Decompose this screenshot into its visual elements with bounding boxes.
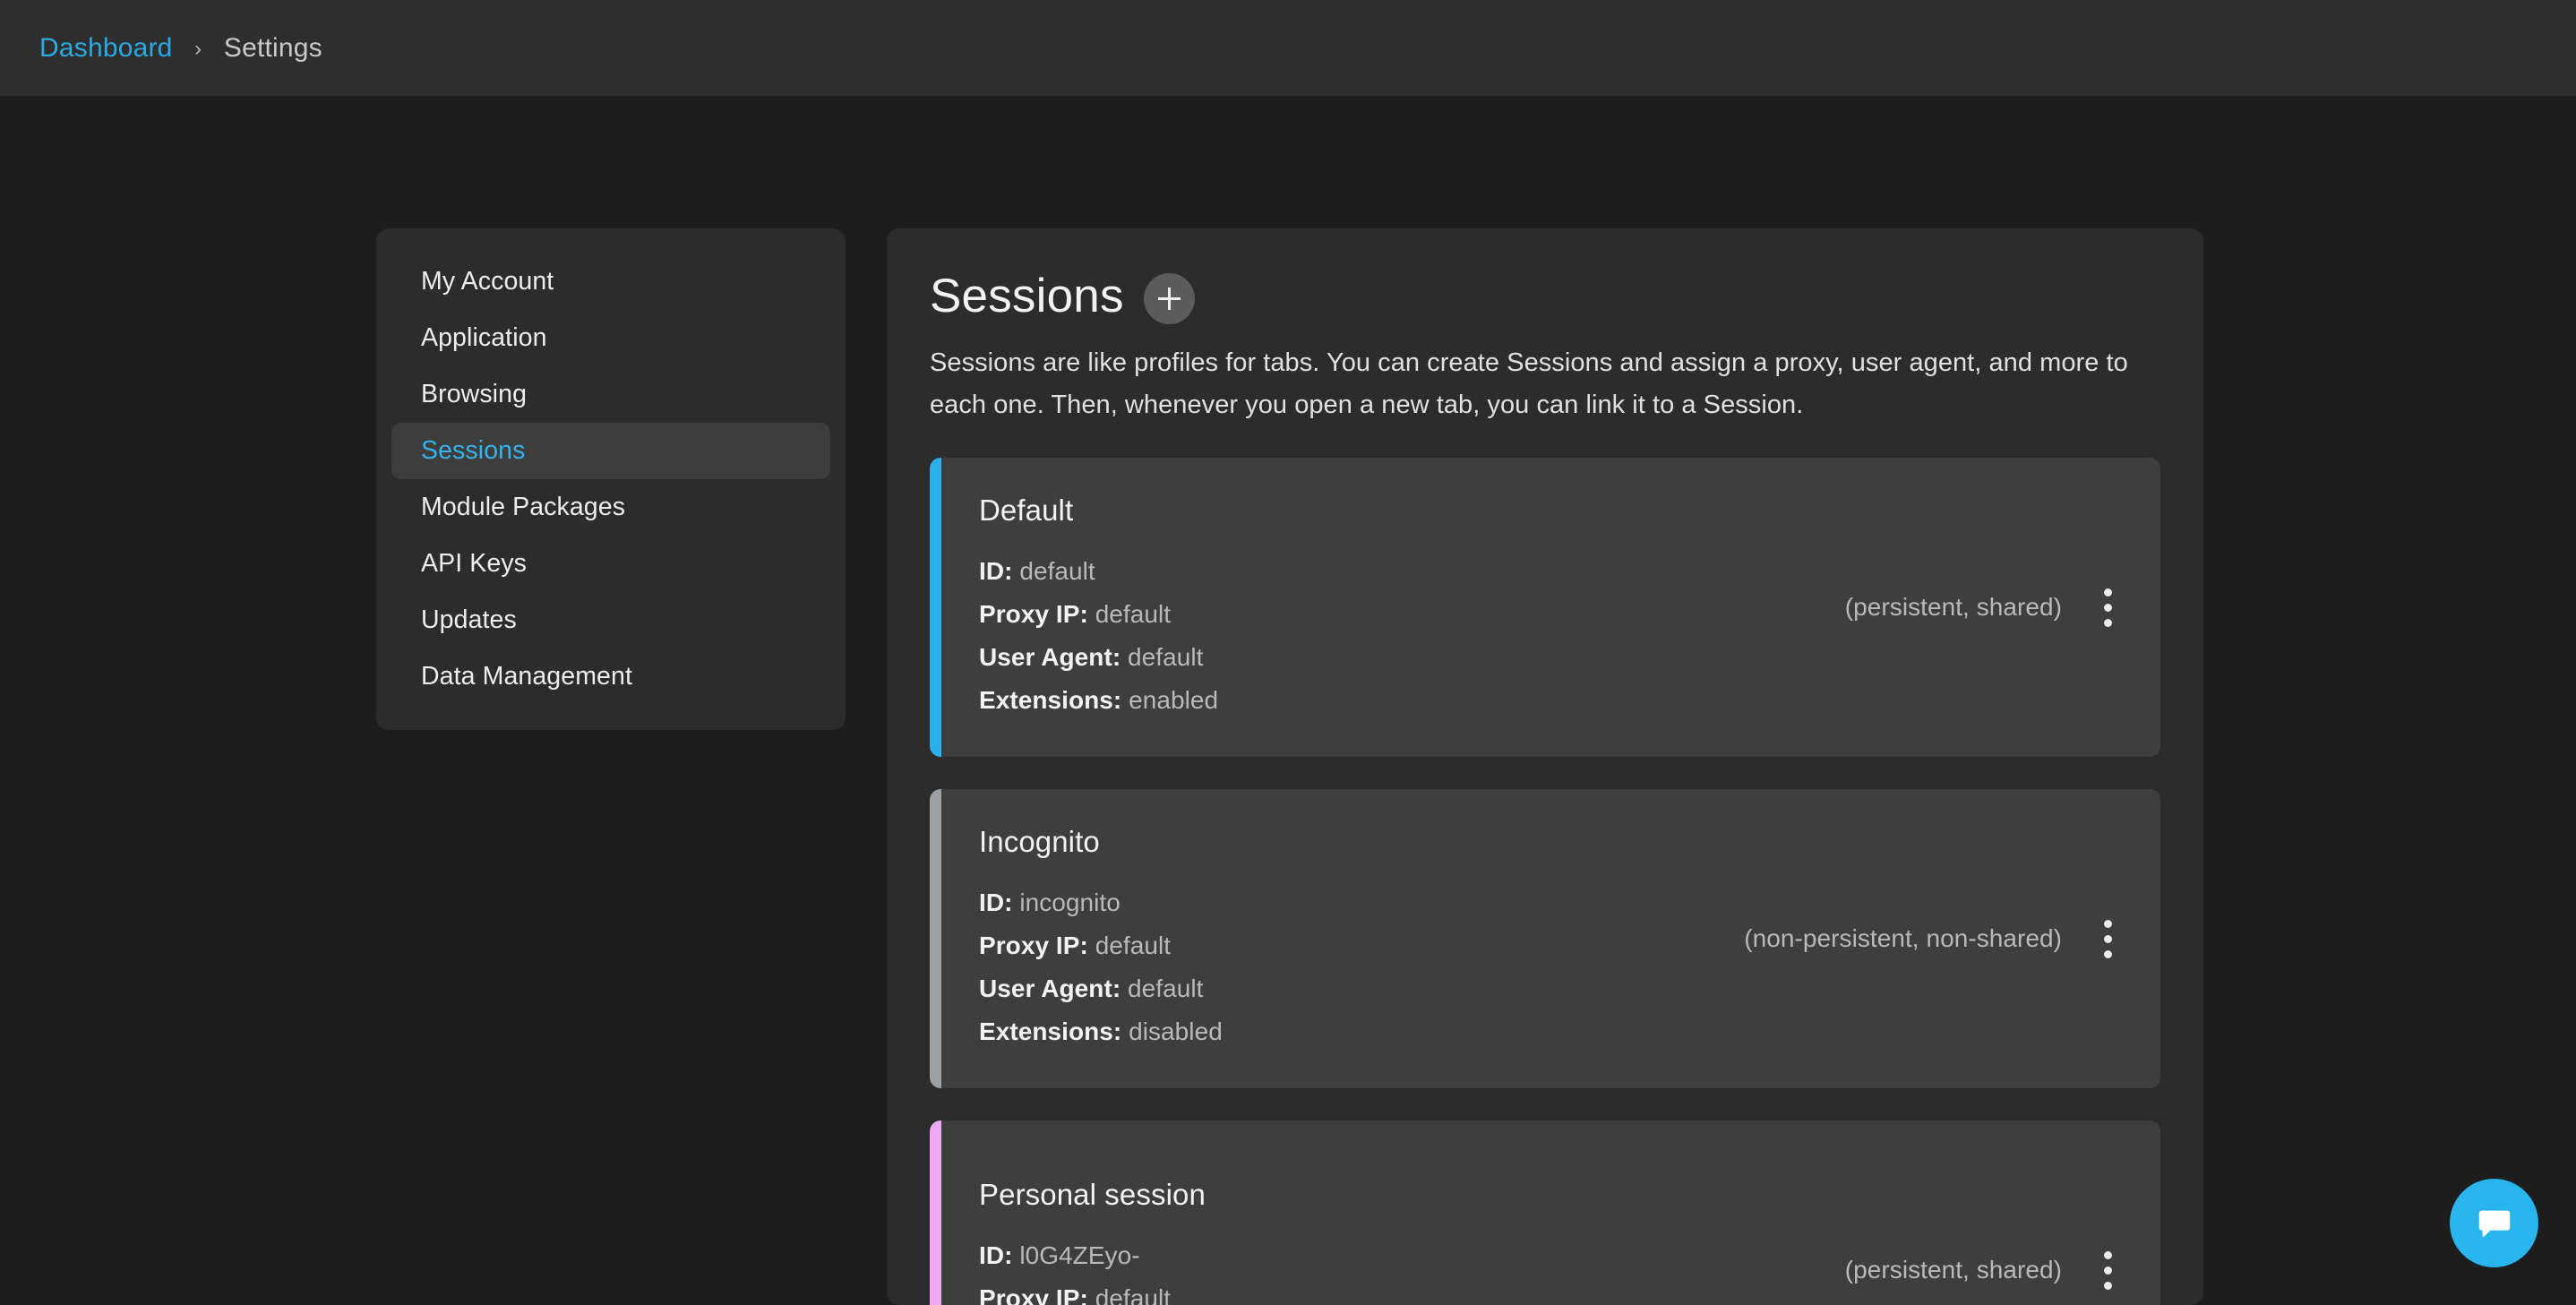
session-field-user-agent: User Agent: default: [979, 636, 1845, 679]
session-field-label: ID:: [979, 556, 1013, 585]
panel-header: Sessions: [930, 268, 2160, 324]
kebab-dot: [2103, 603, 2112, 612]
kebab-menu-icon[interactable]: [2092, 911, 2123, 966]
session-field-id: ID: default: [979, 550, 1845, 593]
session-name: Personal session: [979, 1177, 1206, 1211]
kebab-dot: [2103, 588, 2112, 597]
session-card[interactable]: Personal session ID: l0G4ZEyo- Proxy IP: d…: [930, 1120, 2160, 1305]
sidebar-item-label: My Account: [421, 267, 554, 296]
kebab-dot: [2103, 934, 2112, 943]
sidebar-item-label: Sessions: [421, 436, 526, 465]
session-field-id: ID: l0G4ZEyo-: [979, 1234, 1845, 1277]
session-field-value: default: [1095, 1284, 1172, 1305]
session-accent-bar: [930, 789, 941, 1088]
sidebar-item-label: Application: [421, 323, 547, 352]
kebab-dot: [2103, 1281, 2112, 1290]
plus-icon: [1157, 288, 1181, 310]
session-card[interactable]: Default ID: default Proxy IP: default User …: [930, 458, 2160, 757]
kebab-menu-icon[interactable]: [2092, 580, 2123, 635]
breadcrumb-dashboard-link[interactable]: Dashboard: [39, 33, 173, 63]
session-accent-bar: [930, 1120, 941, 1305]
session-field-value: l0G4ZEyo-: [1019, 1241, 1140, 1269]
session-status-badge: (non-persistent, non-shared): [1744, 924, 2062, 952]
chat-support-button[interactable]: [2450, 1179, 2538, 1267]
session-field-user-agent: User Agent: default: [979, 967, 1744, 1010]
sidebar-item-label: Module Packages: [421, 493, 626, 521]
session-field-value: disabled: [1129, 1017, 1223, 1045]
breadcrumb: Dashboard › Settings: [39, 33, 322, 64]
sidebar-item-api-keys[interactable]: API Keys: [391, 536, 830, 592]
kebab-dot: [2103, 1266, 2112, 1275]
kebab-dot: [2103, 1250, 2112, 1259]
session-field-value: default: [1128, 642, 1204, 671]
settings-sidebar: My Account Application Browsing Sessions Mod…: [376, 228, 846, 730]
session-field-label: Proxy IP:: [979, 1284, 1088, 1305]
session-field-value: default: [1095, 599, 1172, 628]
session-name: Default: [979, 493, 1074, 527]
sidebar-item-data-management[interactable]: Data Management: [391, 648, 830, 705]
session-field-value: default: [1128, 974, 1204, 1002]
panel-description: Sessions are like profiles for tabs. You…: [930, 348, 2128, 419]
session-name: Incognito: [979, 824, 1100, 858]
kebab-dot: [2103, 949, 2112, 958]
add-session-button[interactable]: [1143, 273, 1195, 324]
session-status-badge: (persistent, shared): [1844, 1256, 2062, 1284]
sidebar-item-module-packages[interactable]: Module Packages: [391, 479, 830, 536]
chat-bubble-icon: [2478, 1210, 2510, 1237]
session-card-list: Default ID: default Proxy IP: default User …: [930, 458, 2160, 1305]
sidebar-item-updates[interactable]: Updates: [391, 592, 830, 648]
session-field-label: ID:: [979, 1241, 1013, 1269]
session-field-proxy-ip: Proxy IP: default: [979, 924, 1744, 967]
session-status-badge: (persistent, shared): [1844, 593, 2062, 621]
session-field-extensions: Extensions: disabled: [979, 1010, 1744, 1053]
session-field-label: User Agent:: [979, 974, 1121, 1002]
session-field-label: Proxy IP:: [979, 599, 1088, 628]
session-field-label: Extensions:: [979, 1017, 1122, 1045]
breadcrumb-separator-icon: ›: [194, 36, 202, 61]
session-card[interactable]: Incognito ID: incognito Proxy IP: default U…: [930, 789, 2160, 1088]
session-field-label: Extensions:: [979, 685, 1122, 714]
sessions-panel: Sessions Sessions are like profiles for …: [887, 228, 2203, 1305]
sidebar-item-sessions[interactable]: Sessions: [391, 423, 830, 479]
top-bar: Dashboard › Settings: [0, 0, 2576, 96]
sidebar-item-label: Updates: [421, 605, 517, 634]
sidebar-item-label: Browsing: [421, 380, 528, 408]
session-field-value: incognito: [1019, 888, 1121, 916]
sidebar-item-label: Data Management: [421, 662, 632, 691]
sidebar-item-my-account[interactable]: My Account: [391, 253, 830, 310]
session-field-value: default: [1019, 556, 1095, 585]
session-accent-bar: [930, 458, 941, 757]
session-field-value: default: [1095, 931, 1172, 959]
session-field-label: ID:: [979, 888, 1013, 916]
sidebar-item-browsing[interactable]: Browsing: [391, 366, 830, 423]
session-field-value: enabled: [1129, 685, 1219, 714]
sidebar-item-application[interactable]: Application: [391, 310, 830, 366]
session-field-extensions: Extensions: enabled: [979, 679, 1845, 722]
session-field-id: ID: incognito: [979, 881, 1744, 924]
kebab-menu-icon[interactable]: [2092, 1242, 2123, 1298]
kebab-dot: [2103, 919, 2112, 928]
breadcrumb-current-settings: Settings: [223, 32, 322, 63]
kebab-dot: [2103, 618, 2112, 627]
session-field-proxy-ip: Proxy IP: default: [979, 593, 1845, 636]
page-title: Sessions: [930, 270, 1124, 322]
session-field-label: Proxy IP:: [979, 931, 1088, 959]
session-field-label: User Agent:: [979, 642, 1121, 671]
session-field-proxy-ip: Proxy IP: default: [979, 1277, 1845, 1305]
sidebar-item-label: API Keys: [421, 549, 528, 578]
